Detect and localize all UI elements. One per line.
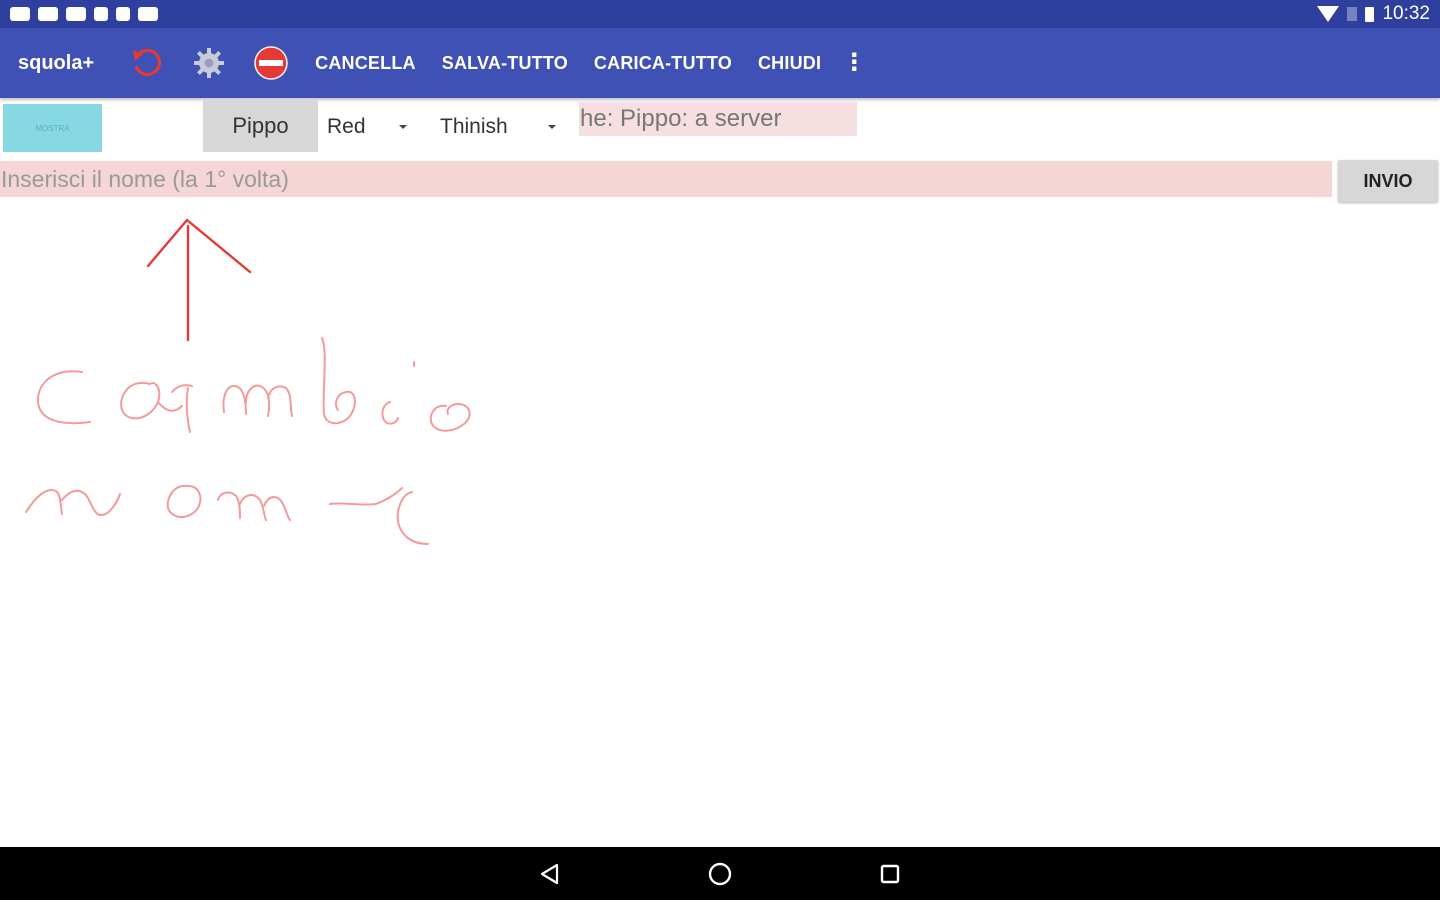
mostra-button[interactable]: MOSTRA bbox=[3, 104, 102, 152]
message-icon bbox=[38, 7, 58, 21]
home-icon[interactable] bbox=[705, 859, 735, 889]
notification-icons bbox=[10, 7, 158, 21]
name-input[interactable] bbox=[0, 161, 1332, 197]
download-icon bbox=[94, 7, 108, 21]
app-title: squola+ bbox=[18, 51, 95, 74]
more-vert-icon[interactable]: ⋮ bbox=[842, 51, 866, 75]
no-entry-icon[interactable] bbox=[251, 43, 291, 83]
wifi-icon bbox=[1317, 6, 1340, 22]
invio-button[interactable]: INVIO bbox=[1338, 160, 1438, 202]
settings-icon[interactable] bbox=[189, 43, 229, 83]
image-icon bbox=[138, 7, 158, 21]
cancella-button[interactable]: CANCELLA bbox=[315, 53, 416, 74]
image-icon bbox=[66, 7, 86, 21]
user-name-button[interactable]: Pippo bbox=[203, 100, 318, 152]
color-select[interactable]: Red bbox=[327, 110, 417, 144]
recents-icon[interactable] bbox=[875, 859, 905, 889]
width-select[interactable]: Thinish bbox=[440, 110, 560, 144]
dropdown-arrow-icon bbox=[399, 125, 407, 129]
dropdown-arrow-icon bbox=[548, 125, 556, 129]
controls-row: MOSTRA Pippo Red Thinish he: Pippo: a se… bbox=[0, 100, 1440, 156]
message-icon bbox=[10, 7, 30, 21]
back-icon[interactable] bbox=[535, 859, 565, 889]
width-select-value: Thinish bbox=[440, 115, 508, 138]
clock: 10:32 bbox=[1382, 3, 1430, 24]
navigation-bar bbox=[0, 847, 1440, 900]
system-status-bar: 10:32 bbox=[0, 0, 1440, 28]
chiudi-button[interactable]: CHIUDI bbox=[758, 53, 821, 74]
drawing-canvas[interactable] bbox=[0, 205, 1440, 845]
status-right-cluster: 10:32 bbox=[1317, 3, 1430, 25]
undo-icon[interactable] bbox=[127, 43, 167, 83]
status-message: he: Pippo: a server bbox=[579, 102, 857, 136]
app-toolbar: squola+ CANCELLA SALVA-TUTTO CARICA-TUTT… bbox=[0, 28, 1440, 98]
signal-icon bbox=[1347, 7, 1358, 21]
sd-card-icon bbox=[116, 7, 130, 21]
battery-icon bbox=[1365, 6, 1375, 22]
carica-tutto-button[interactable]: CARICA-TUTTO bbox=[594, 53, 732, 74]
freehand-arrow bbox=[146, 218, 252, 342]
color-select-value: Red bbox=[327, 115, 366, 138]
salva-tutto-button[interactable]: SALVA-TUTTO bbox=[442, 53, 568, 74]
handwritten-ink bbox=[25, 337, 471, 545]
